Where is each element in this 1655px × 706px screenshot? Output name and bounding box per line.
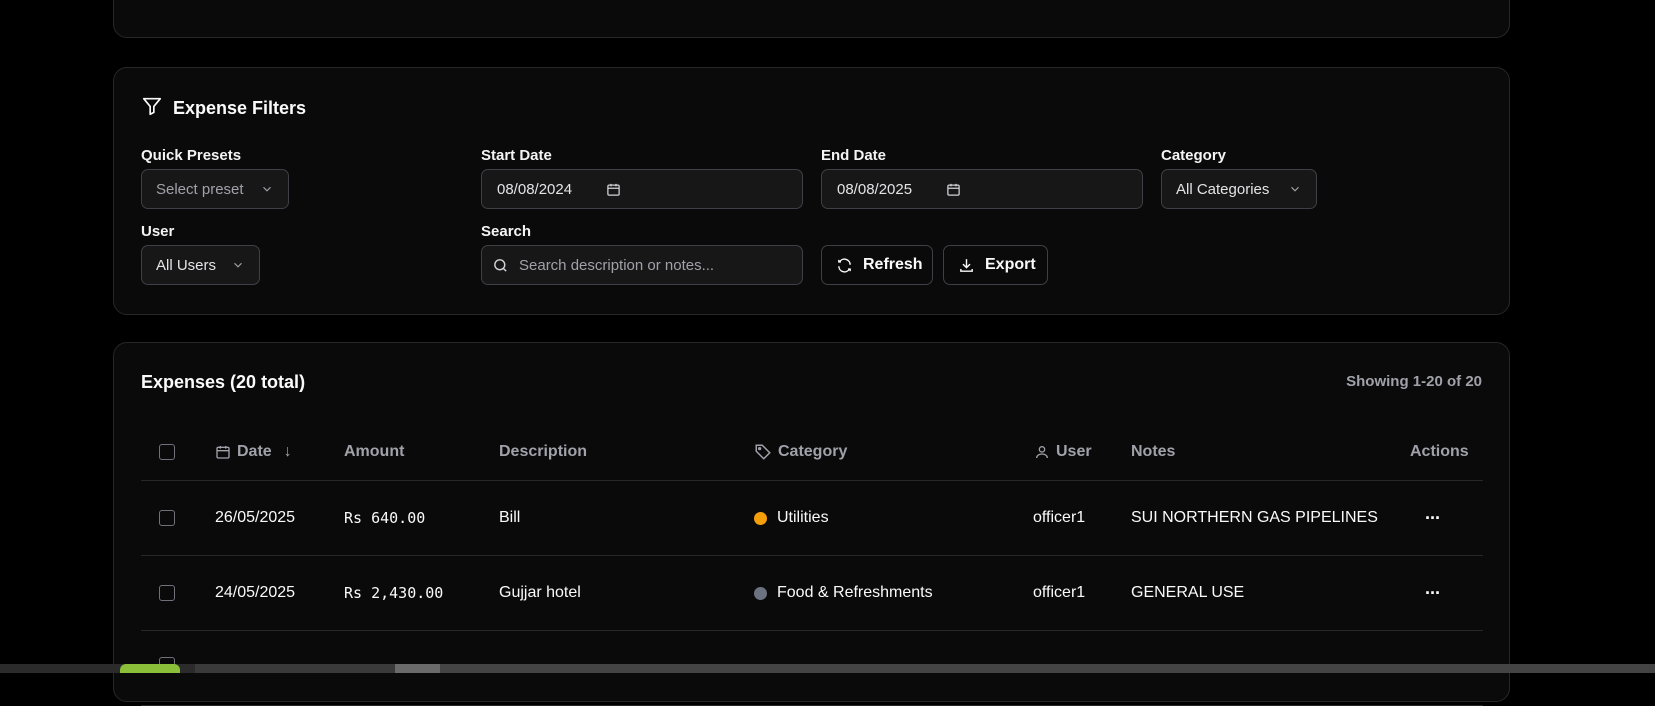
column-notes: Notes [1131, 442, 1176, 460]
expense-filters-card: Expense Filters Quick Presets Select pre… [113, 67, 1510, 315]
column-user-label: User [1056, 442, 1092, 460]
category-value: All Categories [1176, 180, 1270, 198]
column-amount: Amount [344, 442, 405, 460]
calendar-icon [215, 444, 231, 460]
row-notes: GENERAL USE [1131, 584, 1245, 601]
refresh-label: Refresh [863, 256, 923, 273]
select-all-checkbox[interactable] [159, 443, 175, 460]
column-date[interactable]: Date ↓ [215, 423, 292, 480]
row-category: Utilities [754, 481, 829, 555]
tag-icon [754, 443, 772, 461]
category-color-dot [754, 586, 767, 600]
row-date: 24/05/2025 [215, 584, 296, 601]
row-notes: SUI NORTHERN GAS PIPELINES [1131, 509, 1378, 526]
calendar-icon[interactable] [606, 182, 621, 197]
top-card [113, 0, 1510, 38]
user-value: All Users [156, 256, 217, 274]
refresh-icon [836, 257, 853, 274]
category-select[interactable]: All Categories [1161, 169, 1317, 209]
quick-presets-label: Quick Presets [141, 147, 242, 164]
refresh-button[interactable]: Refresh [821, 245, 933, 285]
filter-icon [141, 95, 163, 122]
category-label: Category [1161, 147, 1227, 164]
start-date-input[interactable]: 08/08/2024 [481, 169, 803, 209]
row-category: Food & Refreshments [754, 556, 933, 630]
row-category-label: Utilities [777, 509, 829, 526]
column-actions: Actions [1410, 442, 1469, 460]
row-amount: Rs 2,430.00 [344, 584, 444, 602]
more-horizontal-icon[interactable]: ··· [1425, 583, 1441, 604]
user-select[interactable]: All Users [141, 245, 260, 285]
chevron-down-icon [231, 258, 245, 272]
sort-desc-indicator: ↓ [283, 442, 292, 460]
row-category-label: Food & Refreshments [777, 584, 933, 601]
search-placeholder: Search description or notes... [519, 256, 715, 274]
row-description: Bill [499, 509, 521, 526]
end-date-value: 08/08/2025 [837, 180, 913, 198]
user-icon [1034, 444, 1050, 460]
column-description: Description [499, 442, 588, 460]
start-date-label: Start Date [481, 147, 552, 164]
category-color-dot [754, 511, 767, 525]
row-user: officer1 [1033, 509, 1086, 526]
select-all-cell [159, 423, 175, 480]
user-label: User [141, 223, 175, 240]
export-button[interactable]: Export [943, 245, 1048, 285]
expenses-title: Expenses (20 total) [141, 372, 306, 392]
taskbar [0, 664, 1655, 673]
end-date-label: End Date [821, 147, 887, 164]
chevron-down-icon [1288, 182, 1302, 196]
search-icon [492, 257, 509, 274]
download-icon [958, 257, 975, 274]
table-row: 24/05/2025 Rs 2,430.00 Gujjar hotel Food… [141, 556, 1483, 631]
column-category: Category [754, 423, 847, 480]
row-description: Gujjar hotel [499, 584, 581, 601]
column-user: User [1034, 423, 1092, 480]
column-date-label: Date [237, 442, 272, 460]
search-label: Search [481, 223, 532, 240]
end-date-input[interactable]: 08/08/2025 [821, 169, 1143, 209]
taskbar-app-icon[interactable] [120, 664, 180, 673]
row-date: 26/05/2025 [215, 509, 296, 526]
row-checkbox[interactable] [159, 510, 175, 526]
filters-header: Expense Filters [141, 95, 306, 122]
row-checkbox[interactable] [159, 585, 175, 601]
expenses-card: Expenses (20 total) Showing 1-20 of 20 D… [113, 342, 1510, 706]
filters-title: Expense Filters [173, 98, 307, 118]
table-header: Date ↓ Amount Description Category User … [141, 423, 1483, 481]
chevron-down-icon [260, 182, 274, 196]
row-user: officer1 [1033, 584, 1086, 601]
quick-presets-value: Select preset [156, 180, 244, 198]
table-row: 26/05/2025 Rs 640.00 Bill Utilities offi… [141, 481, 1483, 556]
export-label: Export [985, 256, 1036, 273]
calendar-icon[interactable] [946, 182, 961, 197]
start-date-value: 08/08/2024 [497, 180, 573, 198]
pagination-summary: Showing 1-20 of 20 [1346, 373, 1482, 390]
quick-presets-select[interactable]: Select preset [141, 169, 289, 209]
row-amount: Rs 640.00 [344, 509, 426, 527]
more-horizontal-icon[interactable]: ··· [1425, 508, 1441, 529]
search-input[interactable]: Search description or notes... [481, 245, 803, 285]
column-category-label: Category [778, 442, 848, 460]
